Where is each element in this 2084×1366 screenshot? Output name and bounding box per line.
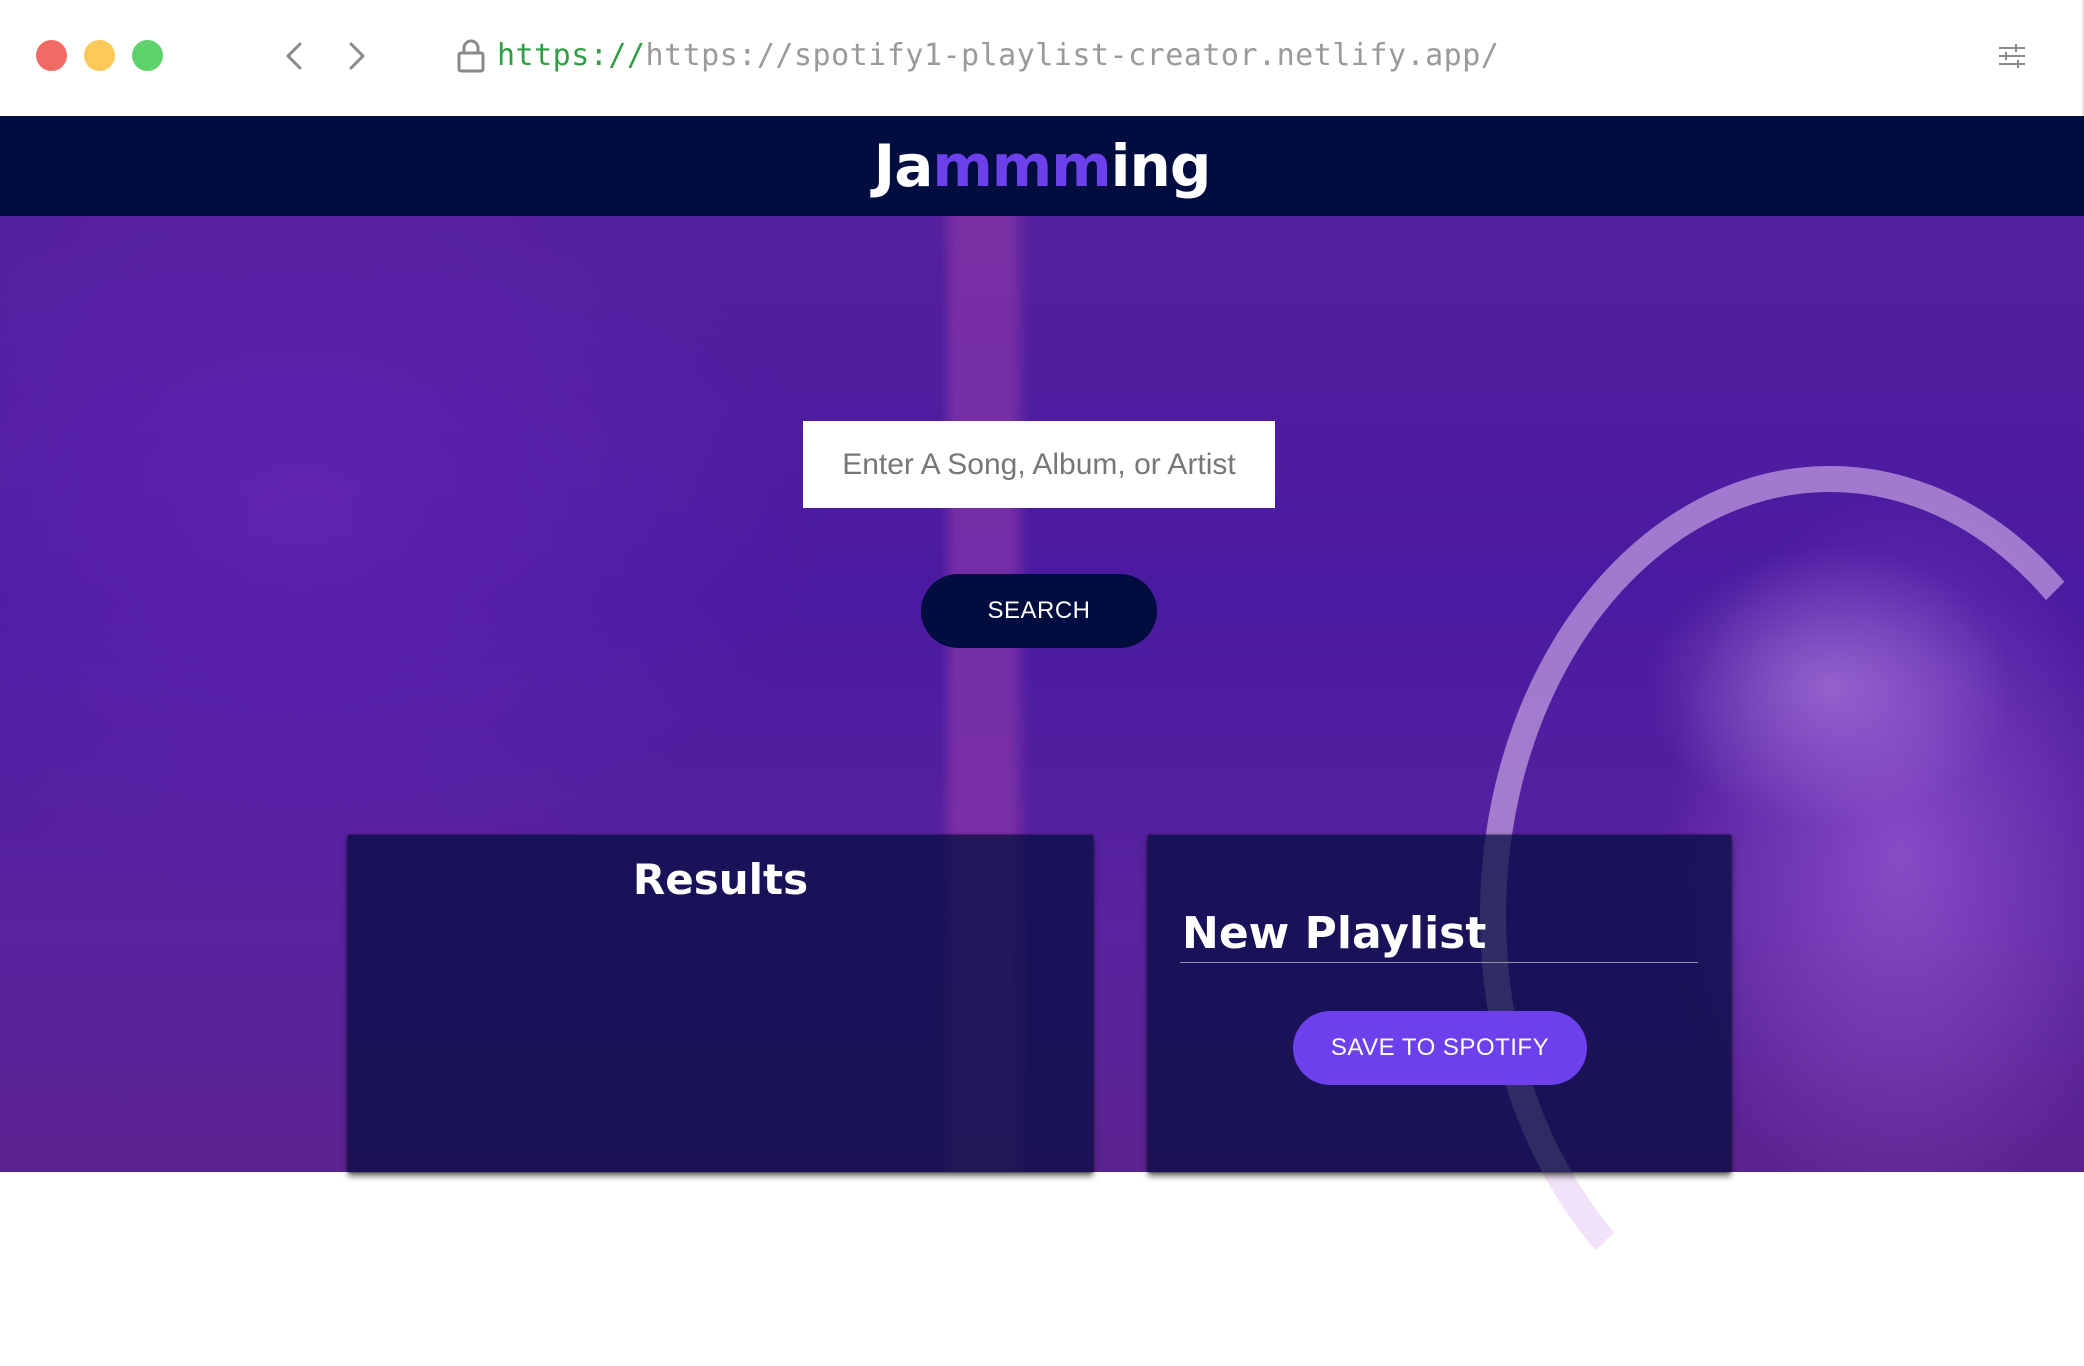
save-to-spotify-button[interactable]: SAVE TO SPOTIFY [1293, 1011, 1587, 1085]
logo-suffix: ing [1110, 132, 1212, 200]
logo-accent: mmm [932, 132, 1111, 200]
browser-toolbar: https://https://spotify1-playlist-creato… [0, 0, 2084, 116]
playlist-panel: SAVE TO SPOTIFY [1148, 835, 1731, 1172]
playlist-name-input[interactable] [1180, 905, 1698, 963]
address-bar[interactable]: https://https://spotify1-playlist-creato… [497, 36, 1499, 76]
url-text: https://spotify1-playlist-creator.netlif… [645, 38, 1500, 73]
app-logo: Jammming [873, 132, 1212, 200]
app-header: Jammming [0, 116, 2084, 216]
close-window-button[interactable] [36, 40, 67, 71]
sliders-icon[interactable] [1996, 40, 2028, 72]
logo-prefix: Ja [873, 132, 934, 200]
chevron-right-icon[interactable] [338, 36, 374, 76]
results-panel: Results [348, 835, 1093, 1172]
results-title: Results [632, 855, 809, 904]
maximize-window-button[interactable] [132, 40, 163, 71]
lock-icon [456, 38, 486, 74]
search-button[interactable]: SEARCH [921, 574, 1157, 648]
chevron-left-icon[interactable] [277, 36, 313, 76]
search-input[interactable] [803, 421, 1275, 508]
minimize-window-button[interactable] [84, 40, 115, 71]
url-scheme: https:// [497, 38, 646, 73]
